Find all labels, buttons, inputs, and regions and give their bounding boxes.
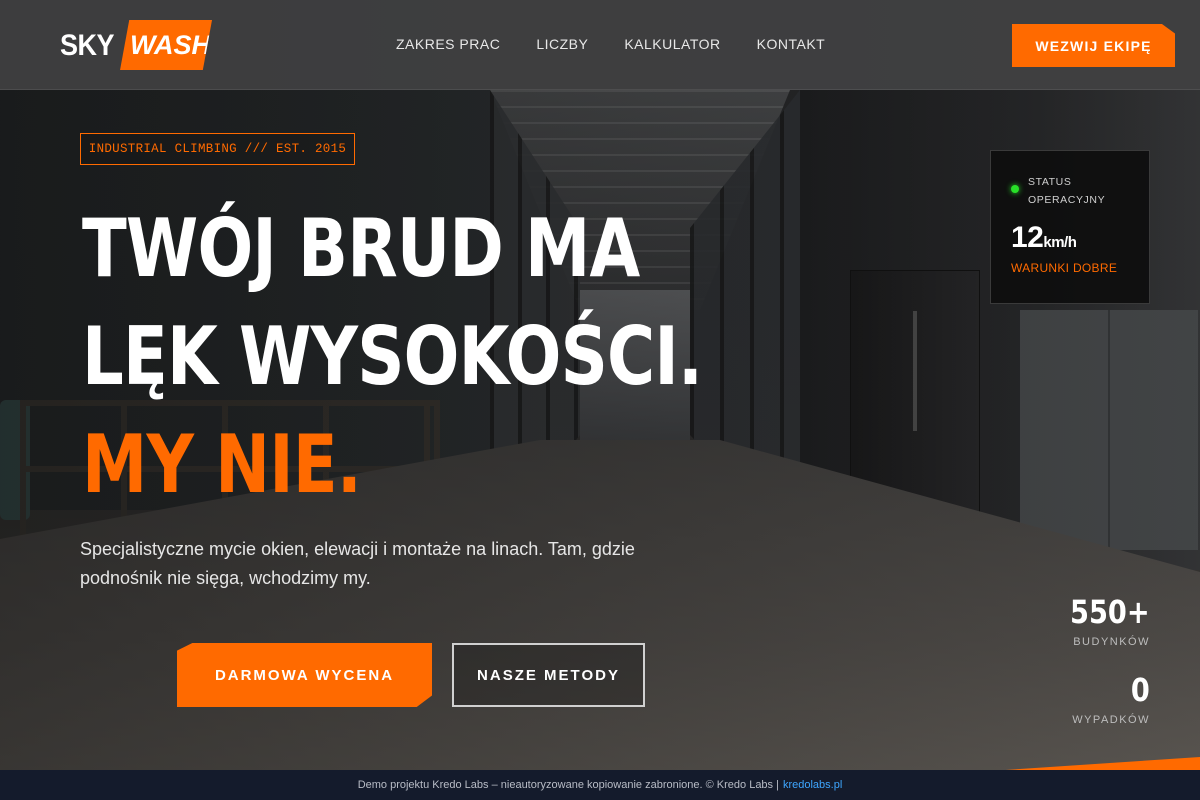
free-quote-button[interactable]: DARMOWA WYCENA (177, 643, 432, 707)
hero-tagline: INDUSTRIAL CLIMBING /// EST. 2015 (80, 133, 355, 165)
stat-accidents-value: 0 (1131, 671, 1150, 709)
status-label: STATUS OPERACYJNY (1028, 176, 1106, 206)
headline-line-2: LĘK WYSOKOŚCI. (82, 310, 703, 403)
wind-value: 12 (1011, 221, 1044, 254)
stat-accidents-label: WYPADKÓW (1072, 714, 1150, 726)
conditions-text: WARUNKI DOBRE (1011, 261, 1118, 275)
status-row: STATUS OPERACYJNY (1011, 173, 1129, 209)
stat-buildings: 550+ BUDYNKÓW (1056, 594, 1150, 648)
hero-subtext: Specjalistyczne mycie okien, elewacji i … (80, 539, 635, 588)
logo-sky-text: SKY (60, 27, 115, 61)
wind-unit: km/h (1043, 234, 1077, 251)
status-card: STATUS OPERACYJNY 12km/h WARUNKI DOBRE (990, 150, 1150, 304)
logo[interactable]: SKY WASH (60, 20, 213, 70)
stat-accidents: 0 WYPADKÓW (1072, 672, 1150, 726)
footer-text: Demo projektu Kredo Labs – nieautoryzowa… (357, 779, 779, 791)
nav-item-kontakt[interactable]: KONTAKT (757, 36, 826, 52)
call-crew-button[interactable]: WEZWIJ EKIPĘ (1012, 24, 1175, 67)
headline-line-3: MY NIE. (82, 418, 362, 511)
hero-headline: TWÓJ BRUD MA LĘK WYSOKOŚCI. MY NIE. (82, 195, 703, 519)
nav-item-liczby[interactable]: LICZBY (536, 36, 588, 52)
nav-item-kalkulator[interactable]: KALKULATOR (624, 36, 720, 52)
nav-item-zakres-prac[interactable]: ZAKRES PRAC (396, 36, 500, 52)
footer-bar: Demo projektu Kredo Labs – nieautoryzowa… (0, 770, 1200, 800)
status-indicator-icon (1011, 185, 1019, 193)
wind-speed: 12km/h (1011, 221, 1129, 255)
logo-wash-badge: WASH (120, 20, 213, 70)
site-header: SKY WASH ZAKRES PRAC LICZBY KALKULATOR K… (0, 0, 1200, 90)
stat-buildings-value: 550+ (1070, 593, 1150, 631)
our-methods-button[interactable]: NASZE METODY (452, 643, 645, 707)
main-nav: ZAKRES PRAC LICZBY KALKULATOR KONTAKT (396, 36, 825, 52)
headline-line-1: TWÓJ BRUD MA (82, 202, 640, 295)
stat-buildings-label: BUDYNKÓW (1073, 636, 1150, 648)
footer-link[interactable]: kredolabs.pl (783, 779, 842, 791)
